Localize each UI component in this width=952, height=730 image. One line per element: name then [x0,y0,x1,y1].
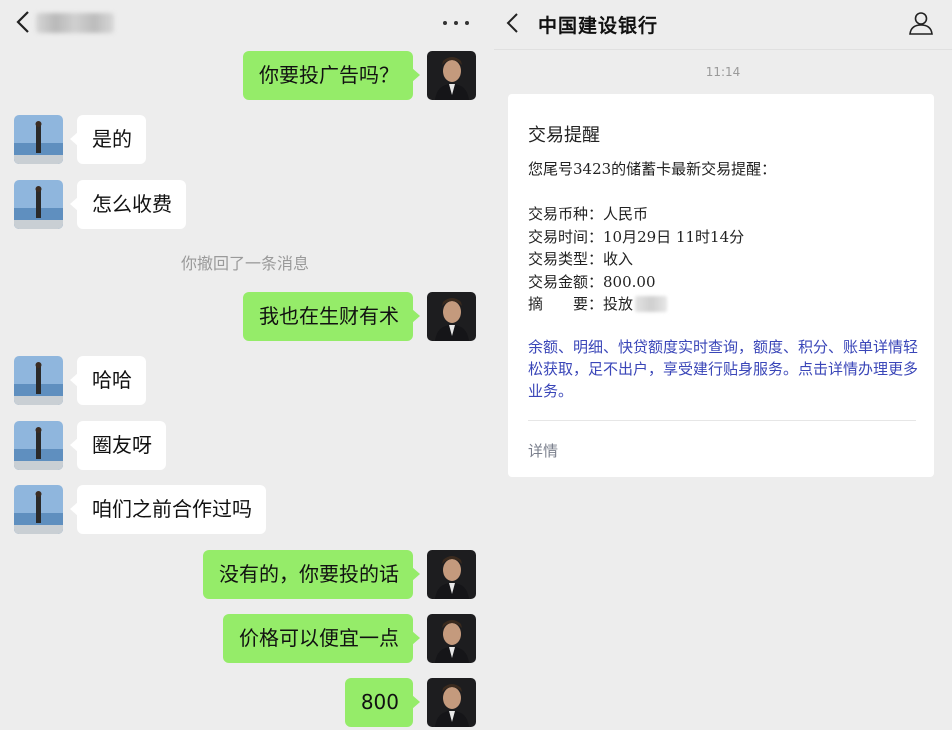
outgoing-bubble[interactable]: 你要投广告吗？ [243,51,420,100]
bank-notice-panel: 中国建设银行 11:14 交易提醒 您尾号3423的储蓄卡最新交易提醒： 交易币… [494,0,952,730]
transaction-card[interactable]: 交易提醒 您尾号3423的储蓄卡最新交易提醒： 交易币种：人民币 交易时间：10… [508,94,934,477]
outgoing-bubble[interactable]: 价格可以便宜一点 [223,614,420,663]
promo-text[interactable]: 余额、明细、快贷额度实时查询，额度、积分、账单详情轻松获取，足不出户，享受建行贴… [528,336,918,402]
contact-avatar[interactable] [14,485,63,534]
bank-header: 中国建设银行 [494,0,952,48]
incoming-bubble[interactable]: 圈友呀 [70,421,166,470]
more-icon[interactable] [443,21,469,27]
self-avatar[interactable] [427,292,476,341]
contact-avatar[interactable] [14,421,63,470]
card-intro: 您尾号3423的储蓄卡最新交易提醒： [528,160,777,178]
message-row: 是的 [0,115,490,165]
outgoing-bubble[interactable]: 800 [344,678,421,727]
card-title: 交易提醒 [528,125,600,146]
self-avatar[interactable] [427,550,476,599]
incoming-bubble[interactable]: 咱们之前合作过吗 [70,485,266,534]
card-trade-type: 交易类型：收入 [528,250,634,268]
card-summary: 摘 要：投放 [528,295,634,313]
card-divider [528,420,916,421]
message-row: 怎么收费 [0,180,490,230]
contact-avatar[interactable] [14,356,63,405]
self-avatar[interactable] [427,614,476,663]
self-avatar[interactable] [427,51,476,100]
message-row: 没有的，你要投的话 [0,550,490,600]
back-arrow-icon[interactable] [504,11,522,35]
message-row: 你要投广告吗？ [0,51,490,101]
card-currency: 交易币种：人民币 [528,205,649,223]
self-avatar[interactable] [427,678,476,727]
contact-avatar[interactable] [14,180,63,229]
chat-header [0,0,490,46]
details-link[interactable]: 详情 [528,440,558,461]
message-time: 11:14 [705,65,741,79]
card-trade-time: 交易时间：10月29日 11时14分 [528,228,745,246]
card-amount: 交易金额：800.00 [528,273,656,291]
message-row: 咱们之前合作过吗 [0,485,490,535]
message-row: 800 [0,678,490,728]
message-row: 哈哈 [0,356,490,406]
header-divider [494,49,952,50]
contact-avatar[interactable] [14,115,63,164]
summary-blurred [635,296,668,312]
outgoing-bubble[interactable]: 没有的，你要投的话 [203,550,420,599]
incoming-bubble[interactable]: 怎么收费 [70,180,186,229]
chat-panel: 你要投广告吗？ 是的 怎么收费 你撤回了一条消息 我也在生财有术 哈哈 圈友呀 [0,0,490,730]
message-row: 价格可以便宜一点 [0,614,490,664]
incoming-bubble[interactable]: 是的 [70,115,146,164]
page-title: 中国建设银行 [538,15,659,37]
back-arrow-icon[interactable] [13,9,35,35]
message-row: 圈友呀 [0,421,490,471]
outgoing-bubble[interactable]: 我也在生财有术 [243,292,420,341]
message-row: 我也在生财有术 [0,292,490,342]
incoming-bubble[interactable]: 哈哈 [70,356,146,405]
person-icon[interactable] [908,10,934,36]
card-summary-row: 摘 要：投放 [528,293,668,314]
recalled-message-notice: 你撤回了一条消息 [180,254,309,273]
contact-name-blurred [36,13,114,33]
